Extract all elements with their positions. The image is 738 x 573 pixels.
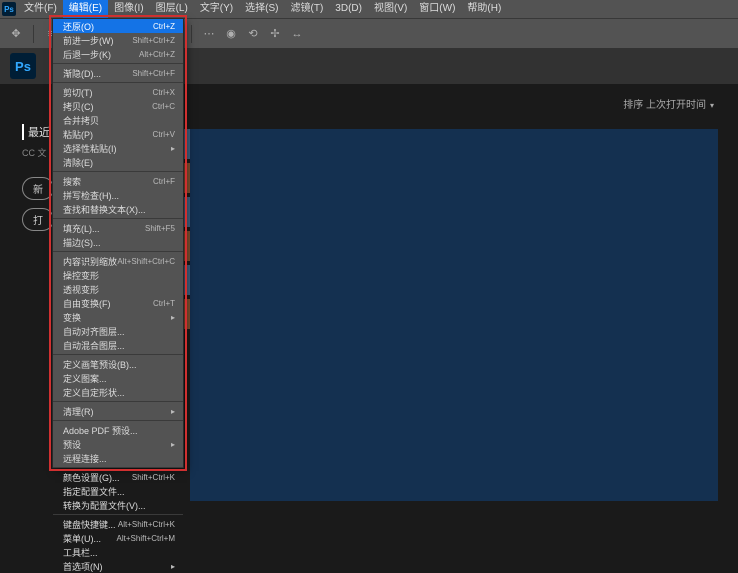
menu-文字y[interactable]: 文字(Y) — [194, 0, 239, 18]
menu-item[interactable]: 定义图案... — [53, 371, 183, 385]
menu-item[interactable]: 首选项(N) — [53, 559, 183, 573]
menu-item[interactable]: 操控变形 — [53, 268, 183, 282]
menu-separator — [53, 63, 183, 64]
menu-item[interactable]: 自动对齐图层... — [53, 324, 183, 338]
menu-文件f[interactable]: 文件(F) — [18, 0, 63, 18]
menu-item[interactable]: 颜色设置(G)...Shift+Ctrl+K — [53, 470, 183, 484]
menu-item[interactable]: 拼写检查(H)... — [53, 188, 183, 202]
menu-item[interactable]: 剪切(T)Ctrl+X — [53, 85, 183, 99]
menu-separator — [53, 467, 183, 468]
open-button[interactable]: 打 — [22, 208, 54, 231]
menu-item[interactable]: 还原(O)Ctrl+Z — [53, 19, 183, 33]
menu-选择s[interactable]: 选择(S) — [239, 0, 284, 18]
menu-separator — [53, 251, 183, 252]
menu-item[interactable]: 指定配置文件... — [53, 484, 183, 498]
menu-item[interactable]: 内容识别缩放Alt+Shift+Ctrl+C — [53, 254, 183, 268]
menu-3dd[interactable]: 3D(D) — [329, 0, 368, 18]
menu-separator — [53, 218, 183, 219]
home-left-panel: 最近 CC 文 新 打 — [22, 124, 54, 239]
menu-item[interactable]: 清理(R) — [53, 404, 183, 418]
menu-窗口w[interactable]: 窗口(W) — [413, 0, 461, 18]
menu-item[interactable]: 选择性粘贴(I) — [53, 141, 183, 155]
cc-files-label: CC 文 — [22, 146, 54, 159]
menu-item[interactable]: 远程连接... — [53, 451, 183, 465]
menu-item[interactable]: 描边(S)... — [53, 235, 183, 249]
3d-slide-icon[interactable]: ↔ — [289, 26, 305, 42]
3d-pan-icon[interactable]: ✢ — [267, 26, 283, 42]
menu-item[interactable]: 拷贝(C)Ctrl+C — [53, 99, 183, 113]
menu-separator — [53, 82, 183, 83]
menu-item[interactable]: 工具栏... — [53, 545, 183, 559]
recent-label: 最近 — [22, 124, 54, 140]
menu-separator — [53, 514, 183, 515]
menu-separator — [53, 401, 183, 402]
menu-图层l[interactable]: 图层(L) — [150, 0, 194, 18]
menu-item[interactable]: 渐隐(D)...Shift+Ctrl+F — [53, 66, 183, 80]
menu-item[interactable]: 搜索Ctrl+F — [53, 174, 183, 188]
menu-滤镜t[interactable]: 滤镜(T) — [285, 0, 330, 18]
menu-item[interactable]: 键盘快捷键...Alt+Shift+Ctrl+K — [53, 517, 183, 531]
ps-logo-small: Ps — [2, 2, 16, 16]
menu-item[interactable]: 透视变形 — [53, 282, 183, 296]
menu-item[interactable]: 预设 — [53, 437, 183, 451]
edit-menu-dropdown: 还原(O)Ctrl+Z前进一步(W)Shift+Ctrl+Z后退一步(K)Alt… — [52, 18, 184, 468]
menu-item[interactable]: 自由变换(F)Ctrl+T — [53, 296, 183, 310]
menu-item[interactable]: 转换为配置文件(V)... — [53, 498, 183, 512]
menu-编辑e[interactable]: 编辑(E) — [63, 0, 108, 18]
new-button[interactable]: 新 — [22, 177, 54, 200]
menu-item[interactable]: 定义自定形状... — [53, 385, 183, 399]
menu-视图v[interactable]: 视图(V) — [368, 0, 413, 18]
ps-logo-icon: Ps — [10, 53, 36, 79]
menu-separator — [53, 354, 183, 355]
menu-item[interactable]: 自动混合图层... — [53, 338, 183, 352]
move-tool-icon[interactable]: ✥ — [8, 26, 24, 42]
3d-orbit-icon[interactable]: ⟲ — [245, 26, 261, 42]
menu-item[interactable]: 前进一步(W)Shift+Ctrl+Z — [53, 33, 183, 47]
3d-mode-icon[interactable]: ◉ — [223, 26, 239, 42]
menu-item[interactable]: 菜单(U)...Alt+Shift+Ctrl+M — [53, 531, 183, 545]
menu-item[interactable]: 定义画笔预设(B)... — [53, 357, 183, 371]
menu-item[interactable]: 清除(E) — [53, 155, 183, 169]
menubar: Ps 文件(F)编辑(E)图像(I)图层(L)文字(Y)选择(S)滤镜(T)3D… — [0, 0, 738, 18]
menu-图像i[interactable]: 图像(I) — [108, 0, 149, 18]
menu-item[interactable]: 粘贴(P)Ctrl+V — [53, 127, 183, 141]
menu-item[interactable]: 变换 — [53, 310, 183, 324]
sort-dropdown[interactable]: 排序 上次打开时间 — [623, 96, 714, 111]
menu-item[interactable]: 查找和替换文本(X)... — [53, 202, 183, 216]
more-icon[interactable]: ⋯ — [201, 26, 217, 42]
menu-item[interactable]: Adobe PDF 预设... — [53, 423, 183, 437]
canvas-area — [190, 129, 718, 501]
menu-item[interactable]: 填充(L)...Shift+F5 — [53, 221, 183, 235]
menu-separator — [53, 420, 183, 421]
menu-帮助h[interactable]: 帮助(H) — [461, 0, 507, 18]
menu-item[interactable]: 后退一步(K)Alt+Ctrl+Z — [53, 47, 183, 61]
menu-separator — [53, 171, 183, 172]
menu-item[interactable]: 合并拷贝 — [53, 113, 183, 127]
